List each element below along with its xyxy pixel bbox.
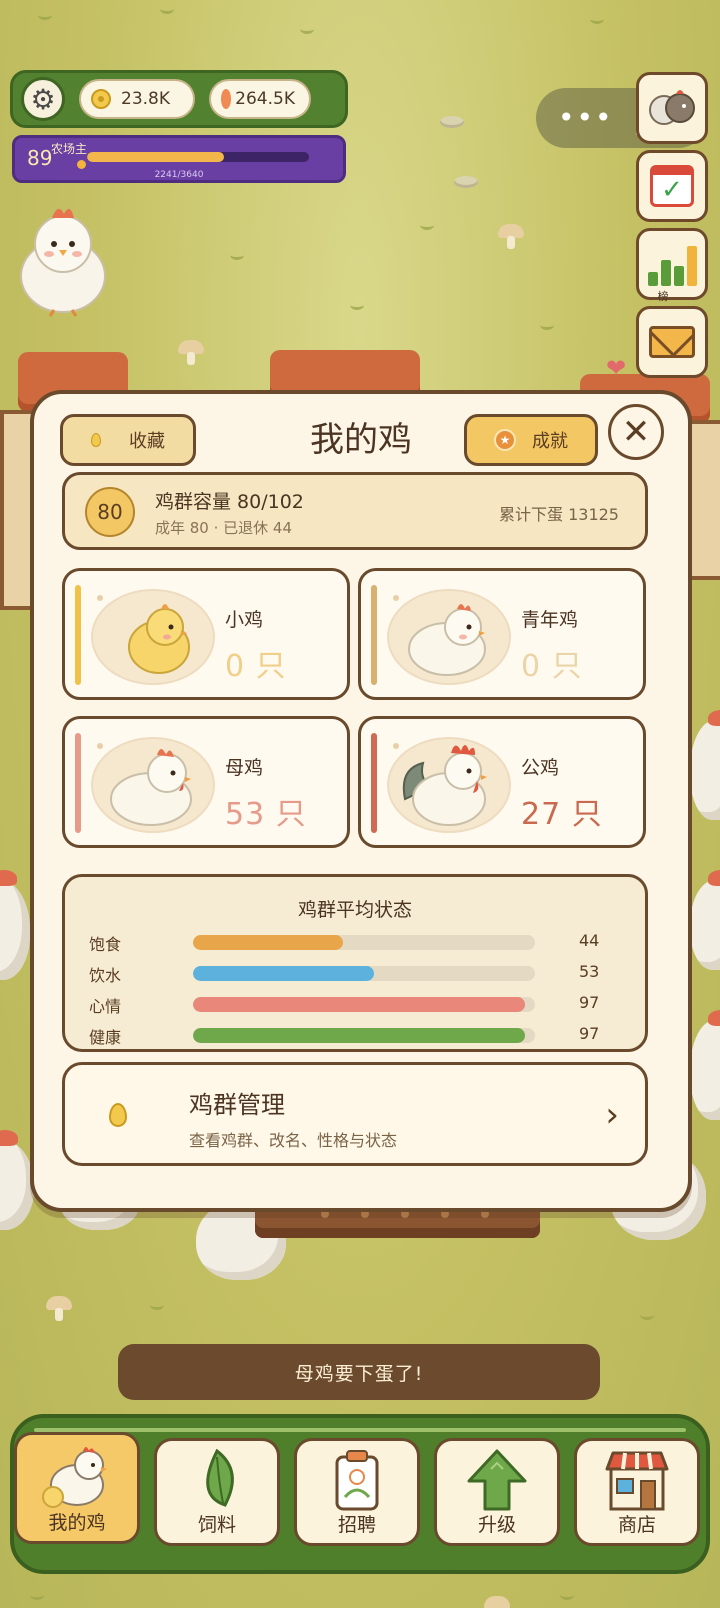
- star-medal-icon: ★: [494, 429, 516, 451]
- shop-icon: [605, 1451, 669, 1511]
- nav-upgrade[interactable]: 升级: [434, 1438, 560, 1546]
- resource-bar: ⚙ 23.8K 264.5K: [10, 70, 348, 128]
- capacity-badge: 80: [85, 487, 135, 537]
- nav-label: 商店: [617, 1514, 656, 1536]
- xp-text: 2241/3640: [154, 170, 204, 180]
- category-name: 母鸡: [225, 757, 264, 779]
- nav-label: 饲料: [197, 1514, 236, 1536]
- gear-icon: ⚙: [30, 82, 56, 116]
- stat-row-health: 健康 97: [89, 1024, 609, 1047]
- my-chickens-dialog: 收藏 我的鸡 ★ 成就 ✕ 80 鸡群容量 80/102 成年 80 · 已退休…: [30, 390, 692, 1212]
- category-name: 小鸡: [225, 609, 264, 631]
- nav-label: 招聘: [337, 1514, 376, 1536]
- mail-button[interactable]: [636, 306, 708, 378]
- close-icon: ✕: [621, 412, 651, 452]
- nav-label: 升级: [477, 1514, 516, 1536]
- stat-fill: [193, 935, 344, 950]
- stat-value: 97: [579, 993, 600, 1012]
- total-eggs: 累计下蛋 13125: [499, 505, 619, 524]
- capacity-text: 鸡群容量 80/102: [155, 491, 304, 513]
- notification-toast: 母鸡要下蛋了!: [118, 1344, 600, 1400]
- achievements-label: 成就: [532, 431, 568, 452]
- nav-label: 我的鸡: [48, 1512, 106, 1534]
- leaderboard-button[interactable]: 榜: [636, 228, 708, 303]
- level-panel[interactable]: 89 农场主 2241/3640: [12, 135, 346, 183]
- xp-progress-fill: [87, 152, 224, 162]
- chicken-friends-icon: [649, 90, 695, 125]
- flock-average-status: 鸡群平均状态 饱食 44 饮水 53 心情 97 健康 97: [62, 874, 648, 1052]
- stat-value: 97: [579, 1024, 600, 1043]
- stat-value: 44: [579, 931, 600, 950]
- stat-fill: [193, 997, 525, 1012]
- card-accent: [371, 585, 377, 685]
- gem-amount: 264.5K: [235, 89, 295, 109]
- stat-row-mood: 心情 97: [89, 993, 609, 1016]
- leaf-icon: [206, 1448, 234, 1507]
- stat-label: 饮水: [89, 966, 122, 985]
- stat-fill: [193, 1028, 525, 1043]
- daily-checkin-button[interactable]: ✓: [636, 150, 708, 222]
- mail-icon: [649, 326, 695, 358]
- management-subtitle: 查看鸡群、改名、性格与状态: [189, 1131, 398, 1150]
- category-card-rooster[interactable]: 公鸡 27 只: [358, 716, 646, 848]
- stat-row-satiety: 饱食 44: [89, 931, 609, 954]
- category-count: 0 只: [225, 649, 287, 684]
- nav-recruit[interactable]: 招聘: [294, 1438, 420, 1546]
- gem-counter[interactable]: 264.5K: [209, 79, 311, 119]
- heart-icon: ❤: [606, 354, 627, 382]
- stat-fill: [193, 966, 375, 981]
- young-chicken-icon: [408, 604, 486, 676]
- gem-icon: [221, 89, 232, 109]
- nav-feed[interactable]: 饲料: [154, 1438, 280, 1546]
- stat-label: 饱食: [89, 935, 122, 954]
- category-count: 27 只: [521, 797, 603, 832]
- stat-label: 心情: [89, 997, 122, 1016]
- close-button[interactable]: ✕: [608, 404, 664, 460]
- calendar-check-icon: ✓: [650, 165, 694, 207]
- management-title: 鸡群管理: [189, 1091, 285, 1119]
- status-title: 鸡群平均状态: [297, 899, 412, 921]
- flock-management-button[interactable]: 鸡群管理 查看鸡群、改名、性格与状态 ›: [62, 1062, 648, 1166]
- level-number: 89: [27, 146, 53, 170]
- leaderboard-label: 榜: [657, 290, 669, 303]
- badge-icon: [335, 1450, 379, 1511]
- gold-counter[interactable]: 23.8K: [79, 79, 195, 119]
- achievements-button[interactable]: ★ 成就: [464, 414, 598, 466]
- rooster-icon: [402, 745, 487, 826]
- category-card-chick[interactable]: 小鸡 0 只: [62, 568, 350, 700]
- hen-icon: [110, 749, 192, 826]
- bottom-navigation: 我的鸡 饲料 招聘 升级 商店: [10, 1414, 710, 1574]
- xp-dot-icon: [77, 160, 86, 169]
- category-count: 53 只: [225, 797, 307, 832]
- category-card-hen[interactable]: 母鸡 53 只: [62, 716, 350, 848]
- nav-shop[interactable]: 商店: [574, 1438, 700, 1546]
- category-card-young[interactable]: 青年鸡 0 只: [358, 568, 646, 700]
- card-accent: [75, 733, 81, 833]
- category-name: 公鸡: [521, 757, 560, 779]
- card-accent: [371, 733, 377, 833]
- baby-chick-icon: [128, 604, 190, 674]
- card-accent: [75, 585, 81, 685]
- category-name: 青年鸡: [521, 609, 579, 631]
- chicken-icon: [42, 1447, 107, 1508]
- friends-button[interactable]: [636, 72, 708, 144]
- arrow-up-icon: [467, 1449, 527, 1511]
- hero-chicken-icon[interactable]: [14, 200, 112, 318]
- more-menu-icon[interactable]: •••: [558, 104, 614, 132]
- gold-coin-icon: [91, 89, 111, 109]
- stat-label: 健康: [89, 1028, 122, 1047]
- stat-row-water: 饮水 53: [89, 962, 609, 985]
- golden-egg-icon: [109, 1103, 127, 1127]
- leaderboard-icon: 榜: [647, 242, 697, 303]
- nav-my-chickens[interactable]: 我的鸡: [14, 1432, 140, 1544]
- chevron-right-icon: ›: [605, 1095, 619, 1135]
- capacity-breakdown: 成年 80 · 已退休 44: [155, 519, 293, 537]
- stat-value: 53: [579, 962, 600, 981]
- xp-progress-bar: [87, 152, 309, 162]
- gold-amount: 23.8K: [121, 89, 170, 109]
- flock-capacity-card: 80 鸡群容量 80/102 成年 80 · 已退休 44 累计下蛋 13125: [62, 472, 648, 550]
- category-count: 0 只: [521, 649, 583, 684]
- settings-button[interactable]: ⚙: [21, 77, 65, 121]
- level-title: 农场主: [51, 142, 88, 156]
